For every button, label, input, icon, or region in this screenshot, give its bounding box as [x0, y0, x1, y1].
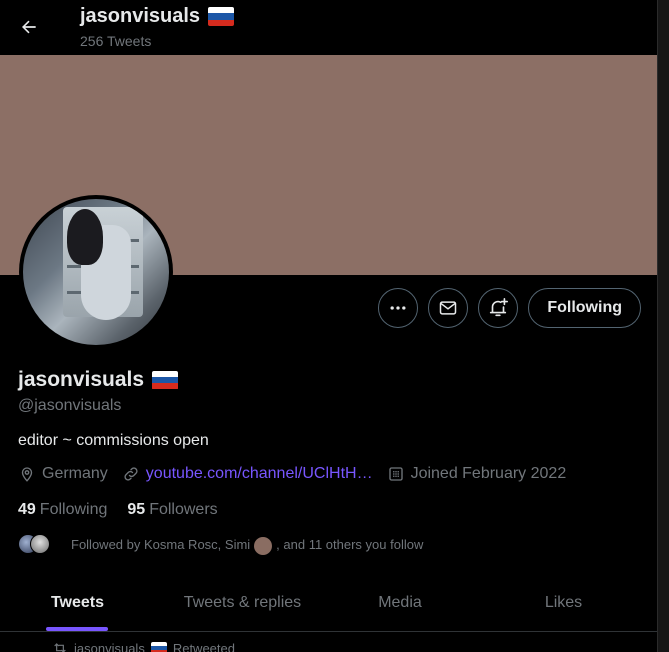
- avatar-image: [23, 199, 169, 345]
- following-count-link[interactable]: 49 Following: [18, 501, 107, 519]
- tab-likes-label: Likes: [544, 593, 583, 611]
- tab-likes[interactable]: Likes: [470, 574, 657, 631]
- retweet-label: Retweeted: [172, 640, 235, 652]
- following-button[interactable]: Following: [528, 288, 641, 328]
- followed-by-prefix: Followed by Kosma Rosc, Simi: [71, 536, 251, 552]
- retweet-icon: [54, 643, 66, 652]
- mutual-avatars: [18, 534, 52, 554]
- location: Germany: [18, 465, 108, 483]
- tab-media[interactable]: Media: [330, 574, 470, 631]
- following-count: 49: [18, 501, 36, 518]
- mutual-avatar: [30, 534, 50, 554]
- avatar[interactable]: [19, 195, 173, 349]
- followers-count: 95: [127, 501, 146, 518]
- profile-name-row: jasonvisuals: [18, 368, 179, 392]
- active-tab-indicator: [46, 627, 108, 631]
- mail-icon: [440, 301, 457, 315]
- retweet-indicator: jasonvisuals Retweeted: [52, 640, 235, 652]
- flag-russia-icon: [152, 370, 179, 390]
- profile-actions: Following: [378, 288, 641, 328]
- website: youtube.com/channel/UClHtH…: [122, 465, 373, 483]
- tab-tweets-replies[interactable]: Tweets & replies: [155, 574, 330, 631]
- more-icon: [390, 306, 406, 310]
- back-arrow-icon: [22, 20, 36, 34]
- header-title: jasonvisuals: [80, 5, 201, 27]
- flag-russia-icon: [150, 642, 167, 652]
- profile-handle: @jasonvisuals: [18, 397, 122, 414]
- following-label: Following: [39, 501, 108, 518]
- tab-tweets[interactable]: Tweets: [0, 574, 155, 631]
- scrollbar[interactable]: [657, 0, 669, 652]
- followed-by-suffix: , and 11 others you follow: [276, 536, 424, 552]
- calendar-icon: [388, 467, 403, 481]
- notifications-button[interactable]: [478, 288, 519, 328]
- location-icon: [21, 467, 33, 482]
- profile-bio: editor ~ commissions open: [18, 432, 209, 449]
- profile-display-name: jasonvisuals: [18, 368, 145, 391]
- tweet-count: 256 Tweets: [80, 33, 152, 49]
- tab-tweets-label: Tweets: [50, 593, 105, 611]
- followed-by[interactable]: Followed by Kosma Rosc, Simi , and 11 ot…: [18, 534, 424, 555]
- profile-meta: Germany youtube.com/channel/UClHtH… Join…: [18, 465, 580, 483]
- profile-tabs: Tweets Tweets & replies Media Likes: [0, 574, 657, 632]
- tab-media-label: Media: [378, 593, 422, 611]
- link-icon: [124, 467, 138, 481]
- message-button[interactable]: [428, 288, 469, 328]
- emoji-icon: [254, 537, 273, 555]
- header-title-row: jasonvisuals: [80, 5, 235, 28]
- location-text: Germany: [42, 465, 108, 482]
- joined-text: Joined February 2022: [410, 465, 567, 482]
- website-link[interactable]: youtube.com/channel/UClHtH…: [146, 465, 373, 483]
- back-button[interactable]: [12, 10, 46, 44]
- tab-tweets-replies-label: Tweets & replies: [183, 593, 302, 611]
- bell-plus-icon: [490, 298, 509, 317]
- follow-counts: 49 Following 95 Followers: [18, 501, 218, 519]
- more-button[interactable]: [378, 288, 419, 328]
- followers-label: Followers: [149, 501, 218, 518]
- retweeter-name[interactable]: jasonvisuals: [74, 641, 145, 652]
- top-bar: jasonvisuals 256 Tweets: [0, 0, 657, 55]
- flag-russia-icon: [208, 7, 235, 26]
- joined-date: Joined February 2022: [387, 465, 567, 483]
- followers-count-link[interactable]: 95 Followers: [127, 501, 217, 519]
